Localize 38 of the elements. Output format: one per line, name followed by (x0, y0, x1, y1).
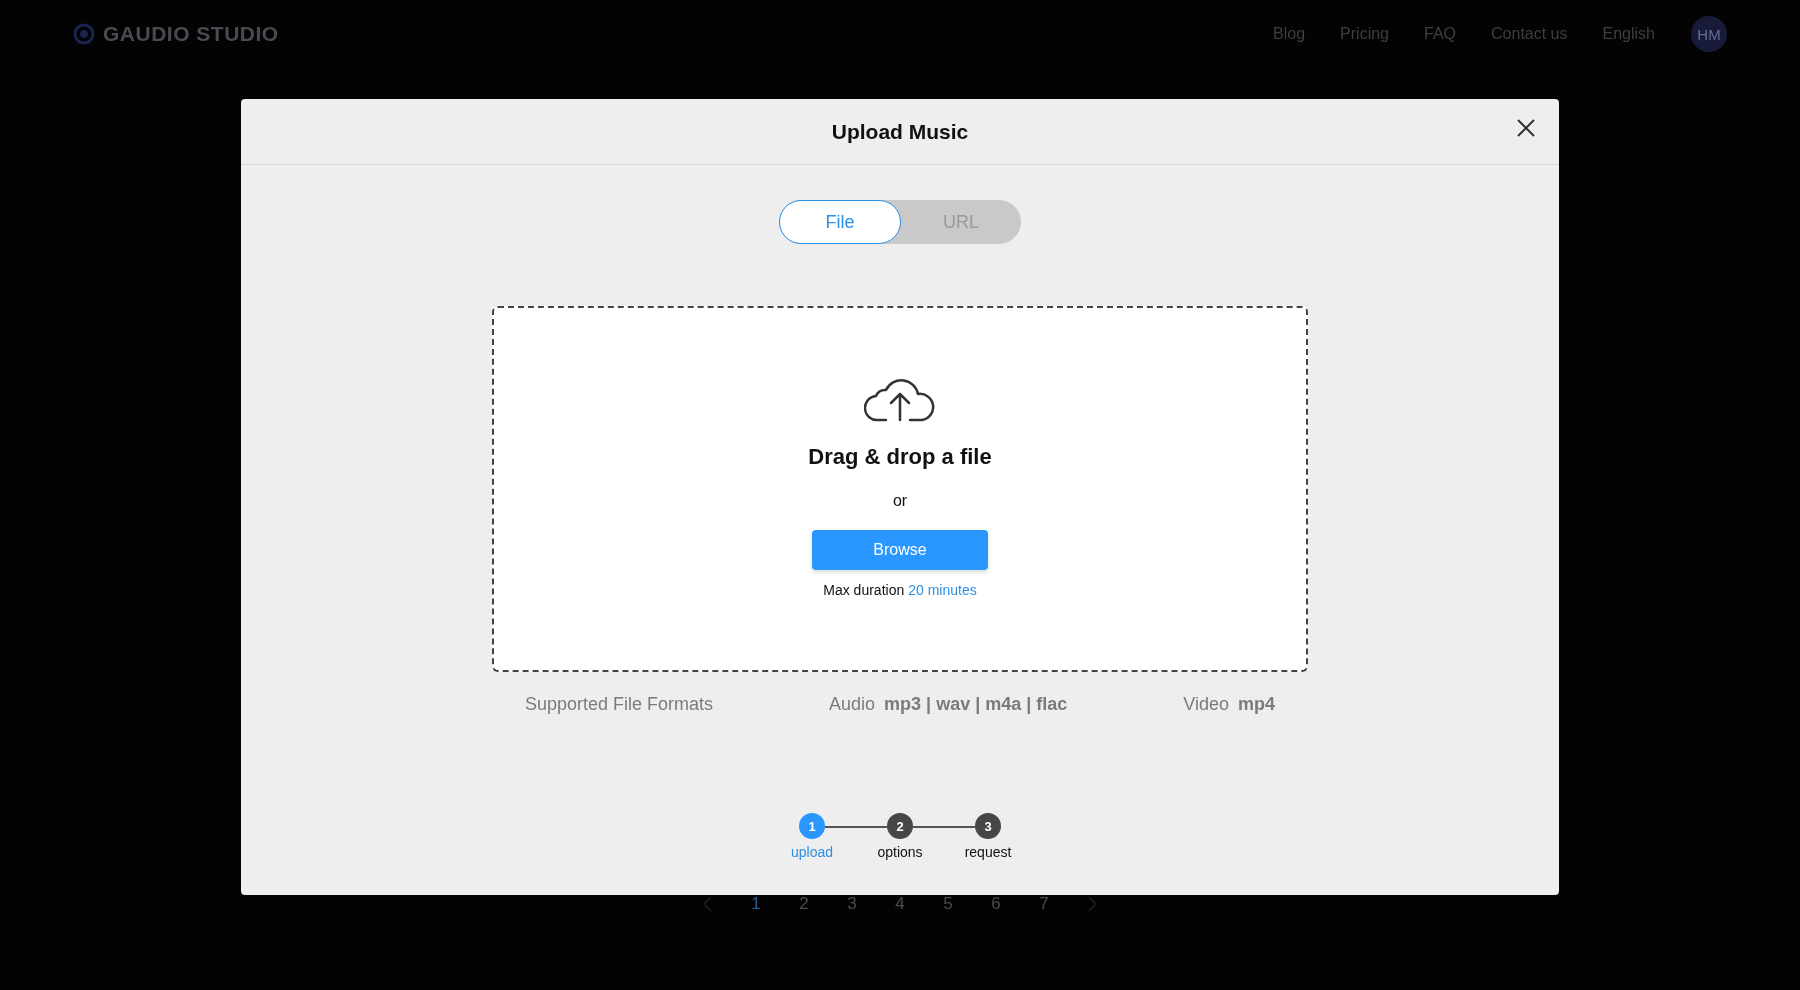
chevron-left-icon[interactable] (701, 895, 715, 913)
close-icon (1517, 119, 1535, 137)
nav-link[interactable]: Blog (1273, 25, 1306, 43)
formats-title: Supported File Formats (525, 694, 714, 715)
drop-heading: Drag & drop a file (808, 444, 992, 470)
page-number[interactable]: 3 (828, 894, 876, 914)
page-number[interactable]: 4 (876, 894, 924, 914)
user-avatar[interactable]: HM (1691, 16, 1727, 52)
step-label: options (877, 844, 923, 860)
logo-icon (73, 23, 95, 45)
duration-value: 20 minutes (908, 582, 977, 598)
close-button[interactable] (1515, 117, 1537, 139)
page-number[interactable]: 5 (924, 894, 972, 914)
browse-button[interactable]: Browse (812, 530, 988, 570)
step-number: 1 (799, 813, 825, 839)
page-number[interactable]: 6 (972, 894, 1020, 914)
format-label: Audio (829, 694, 876, 715)
page-number[interactable]: 1 (732, 894, 780, 914)
dialog-title: Upload Music (831, 119, 969, 144)
step-number: 2 (887, 813, 913, 839)
page-number[interactable]: 7 (1020, 894, 1068, 914)
format-types: mp4 (1238, 694, 1275, 715)
logo-text[interactable]: GAUDIO STUDIO (103, 22, 279, 46)
or-text: or (892, 492, 908, 510)
duration-label: Max duration (823, 582, 905, 598)
source-tab[interactable]: File (779, 200, 901, 244)
nav-link[interactable]: English (1602, 25, 1655, 43)
chevron-right-icon[interactable] (1085, 895, 1099, 913)
step-label: upload (790, 844, 833, 860)
format-label: Video (1183, 694, 1229, 715)
nav-link[interactable]: Contact us (1491, 25, 1568, 43)
step-number: 3 (975, 813, 1001, 839)
nav-link[interactable]: Pricing (1340, 25, 1389, 43)
drop-zone[interactable]: Drag & drop a file or Browse Max duration 20 minutes (492, 306, 1308, 672)
nav-link[interactable]: FAQ (1424, 25, 1457, 43)
format-types: mp3 | wav | m4a | flac (884, 694, 1068, 715)
step-label: request (964, 844, 1012, 860)
page-number[interactable]: 2 (780, 894, 828, 914)
